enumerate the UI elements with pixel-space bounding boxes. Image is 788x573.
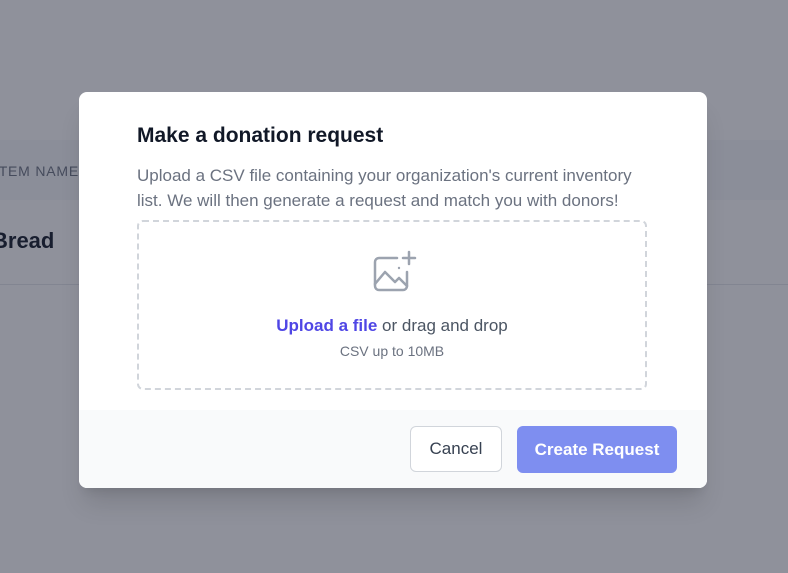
- file-dropzone[interactable]: Upload a file or drag and drop CSV up to…: [137, 220, 647, 390]
- page: Item Name Bread Make a donation request …: [0, 0, 788, 573]
- image-add-icon: [373, 250, 417, 292]
- upload-file-link[interactable]: Upload a file: [276, 316, 377, 335]
- modal-footer: Cancel Create Request: [79, 410, 707, 488]
- file-type-hint: CSV up to 10MB: [339, 343, 445, 359]
- create-request-button[interactable]: Create Request: [517, 426, 677, 473]
- donation-request-modal: Make a donation request Upload a CSV fil…: [79, 92, 707, 488]
- dropzone-instructions: Upload a file or drag and drop: [139, 316, 645, 336]
- modal-title: Make a donation request: [137, 124, 384, 147]
- drag-drop-text: or drag and drop: [377, 316, 508, 335]
- cancel-button[interactable]: Cancel: [410, 426, 502, 472]
- modal-description: Upload a CSV file containing your organi…: [137, 166, 632, 210]
